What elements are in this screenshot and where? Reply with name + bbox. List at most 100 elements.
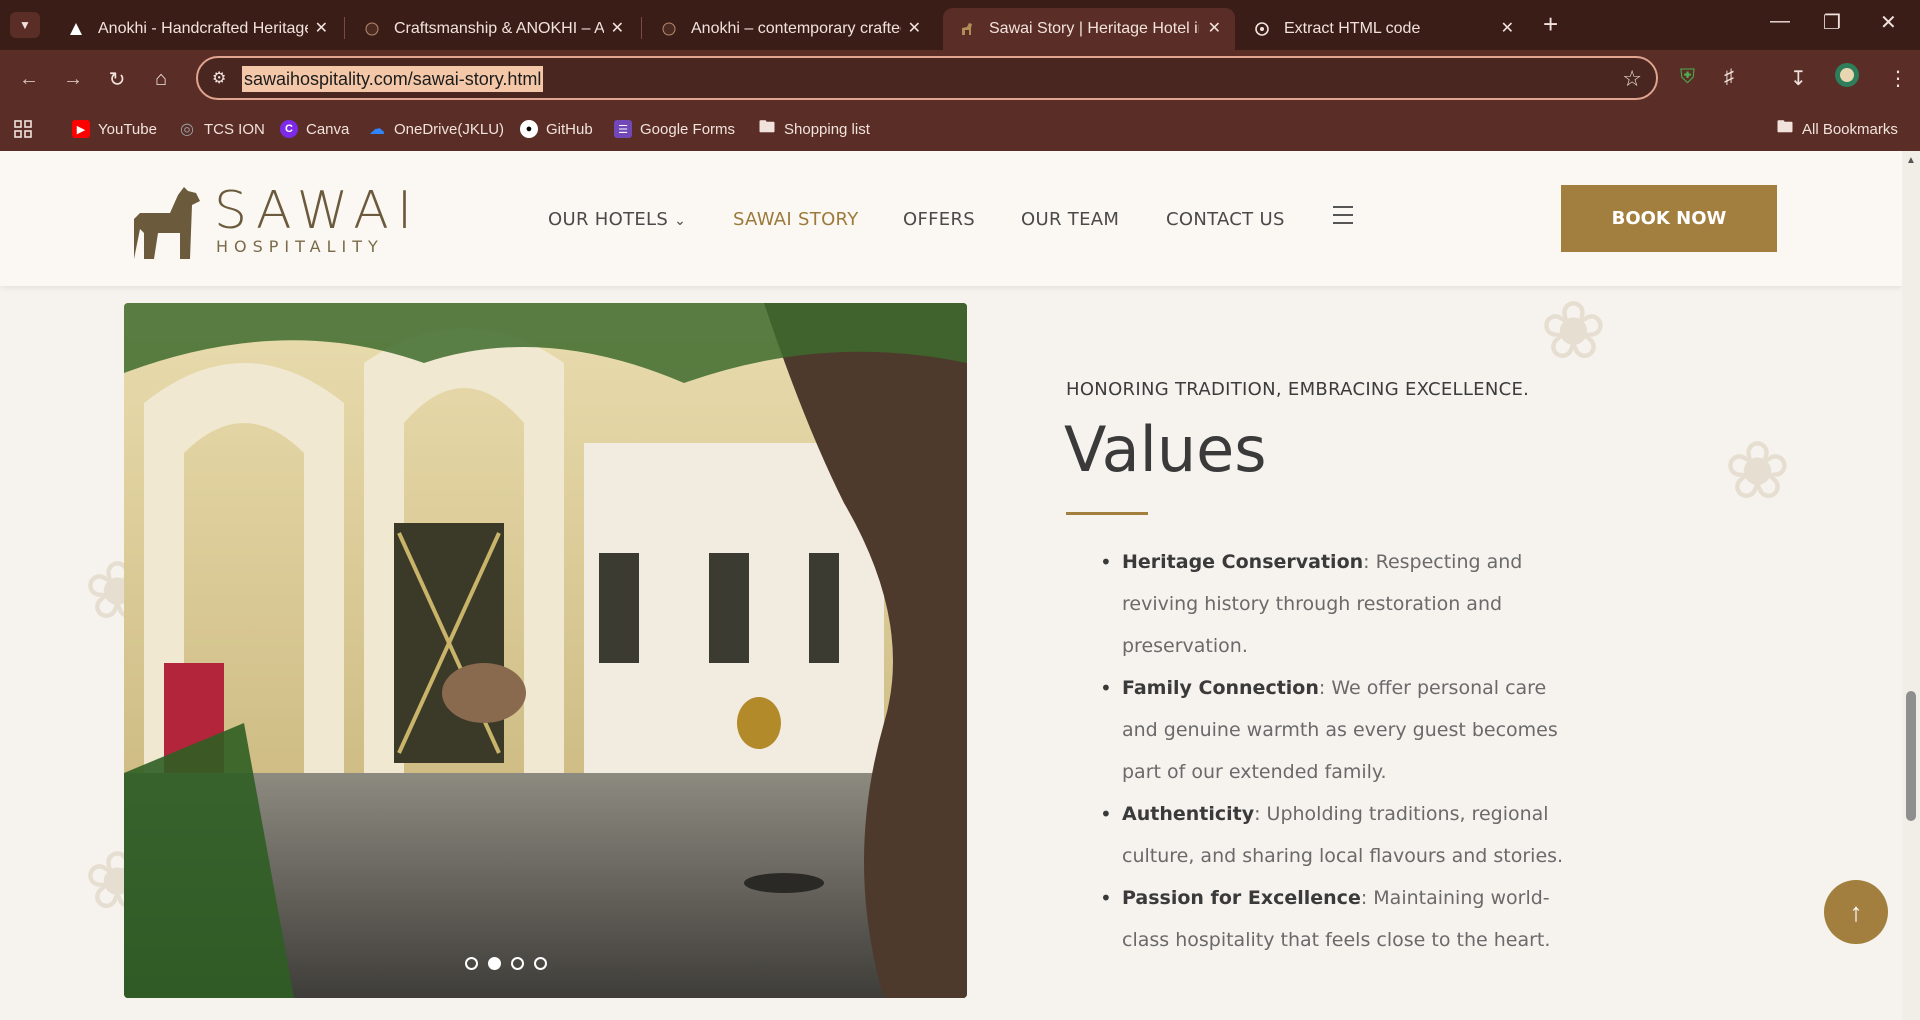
bookmark-label: TCS ION [204, 120, 265, 138]
all-bookmarks[interactable]: 🖿 All Bookmarks [1776, 114, 1898, 144]
bookmark-label: Shopping list [784, 120, 870, 138]
ornament-motif: ❀ [1540, 286, 1608, 375]
carousel-dot[interactable] [464, 957, 478, 970]
anokhi-favicon-icon [66, 19, 86, 39]
github-icon: ● [520, 120, 538, 138]
logo-wordmark: SAWAI [214, 181, 421, 241]
tab-extract-html[interactable]: Extract HTML code ✕ [1238, 8, 1528, 50]
scroll-up-arrow-icon[interactable]: ▲ [1906, 155, 1916, 166]
value-title: Heritage Conservation [1122, 551, 1364, 573]
bookmark-google-forms[interactable]: ☰ Google Forms [614, 114, 735, 144]
courtyard-photo [124, 303, 967, 998]
tab-title: Extract HTML code [1284, 20, 1421, 37]
tab-anokhi-2[interactable]: Craftsmanship & ANOKHI – Ano ✕ [348, 8, 638, 50]
tab-anokhi-3[interactable]: Anokhi – contemporary crafted ✕ [645, 8, 935, 50]
bookmark-shopping-list[interactable]: 🖿 Shopping list [758, 114, 870, 144]
list-item: Passion for Excellence: Maintaining worl… [1100, 877, 1570, 961]
bookmark-label: Canva [306, 120, 350, 138]
bookmark-star-icon[interactable]: ☆ [1622, 66, 1642, 92]
bookmark-youtube[interactable]: ▶ YouTube [72, 114, 157, 144]
list-item: Heritage Conservation: Respecting and re… [1100, 541, 1570, 667]
new-tab-button[interactable]: + [1543, 10, 1558, 38]
horse-favicon-icon [957, 19, 977, 39]
value-title: Authenticity [1122, 803, 1255, 825]
carousel-dots [124, 957, 927, 970]
forward-arrow-icon[interactable]: → [58, 64, 88, 94]
site-info-icon[interactable]: ⚙ [212, 68, 226, 88]
url-text[interactable]: sawaihospitality.com/sawai-story.html [242, 66, 544, 92]
bookmark-onedrive[interactable]: ☁ OneDrive(JKLU) [368, 114, 504, 144]
menu-kebab-icon[interactable]: ⋮ [1888, 66, 1908, 91]
close-icon[interactable]: ✕ [908, 18, 921, 38]
folder-icon: 🖿 [1776, 118, 1793, 136]
bookmark-tcs-ion[interactable]: ◎ TCS ION [178, 114, 265, 144]
bookmark-label: OneDrive(JKLU) [394, 120, 505, 138]
bookmark-label: GitHub [546, 120, 593, 138]
tab-title: Sawai Story | Heritage Hotel in I [989, 20, 1199, 37]
profile-avatar[interactable] [1834, 62, 1860, 94]
values-list: Heritage Conservation: Respecting and re… [1100, 541, 1570, 961]
close-icon[interactable]: ✕ [1208, 18, 1221, 38]
nav-label: OUR HOTELS [548, 209, 669, 230]
close-icon[interactable]: ✕ [1501, 18, 1514, 38]
canva-icon: C [280, 120, 298, 138]
value-title: Passion for Excellence [1122, 887, 1361, 909]
page-scrollbar[interactable]: ▲ [1902, 151, 1920, 1020]
tab-sawai-story[interactable]: Sawai Story | Heritage Hotel in I ✕ [943, 8, 1235, 50]
browser-chrome: ▼ Anokhi - Handcrafted Heritage, ✕ Craft… [0, 0, 1920, 151]
extensions-icon[interactable]: ♯ [1724, 66, 1734, 89]
site-header: SAWAI HOSPITALITY OUR HOTELS ⌄ SAWAI STO… [0, 151, 1902, 286]
back-to-top-button[interactable]: ↑ [1824, 880, 1888, 944]
tab-separator [641, 17, 642, 39]
list-item: Family Connection: We offer personal car… [1100, 667, 1570, 793]
tab-search-button[interactable]: ▼ [10, 12, 40, 38]
window-close-icon[interactable]: ✕ [1880, 10, 1897, 35]
tab-anokhi-1[interactable]: Anokhi - Handcrafted Heritage, ✕ [52, 8, 342, 50]
apps-grid-icon[interactable] [14, 114, 32, 144]
hamburger-menu-icon[interactable] [1333, 206, 1353, 230]
nav-sawai-story[interactable]: SAWAI STORY [733, 209, 859, 230]
bookmark-label: YouTube [98, 120, 157, 138]
shield-extension-icon[interactable]: ⛨ [1680, 66, 1695, 89]
scrollbar-thumb[interactable] [1906, 691, 1916, 821]
nav-offers[interactable]: OFFERS [903, 209, 975, 230]
sawai-logo[interactable]: SAWAI HOSPITALITY [130, 181, 420, 261]
onedrive-icon: ☁ [369, 121, 385, 138]
carousel-dot-active[interactable] [487, 957, 501, 970]
folder-icon: 🖿 [758, 118, 775, 136]
address-bar[interactable]: ⚙ sawaihospitality.com/sawai-story.html … [196, 56, 1658, 100]
nav-contact-us[interactable]: CONTACT US [1166, 209, 1285, 230]
bookmarks-bar: ▶ YouTube ◎ TCS ION C Canva ☁ OneDrive(JKLU)… [0, 108, 1920, 151]
carousel-dot[interactable] [510, 957, 524, 970]
tab-strip: ▼ Anokhi - Handcrafted Heritage, ✕ Craft… [0, 0, 1920, 50]
restore-icon[interactable]: ❐ [1823, 10, 1841, 35]
section-heading: Values [1064, 413, 1267, 486]
close-icon[interactable]: ✕ [315, 18, 328, 38]
web-page: ❀ ❀ ❀ ❀ SAWAI HOSPITALITY OUR HOTELS ⌄ S… [0, 151, 1902, 1020]
carousel-dot[interactable] [533, 957, 547, 970]
home-icon[interactable]: ⌂ [146, 64, 176, 94]
bookmark-canva[interactable]: C Canva [280, 114, 349, 144]
reload-icon[interactable]: ↻ [102, 64, 132, 94]
back-arrow-icon[interactable]: ← [14, 64, 44, 94]
globe-icon: ◎ [180, 121, 194, 138]
anokhi-favicon-icon [362, 19, 382, 39]
bookmark-github[interactable]: ● GitHub [520, 114, 593, 144]
google-forms-icon: ☰ [614, 120, 632, 138]
anokhi-favicon-icon [659, 19, 679, 39]
tab-separator [344, 17, 345, 39]
bookmark-label: Google Forms [640, 120, 736, 138]
tab-title: Craftsmanship & ANOKHI – Ano [394, 20, 604, 37]
ornament-motif: ❀ [1724, 426, 1792, 515]
browser-toolbar: ← → ↻ ⌂ ⚙ sawaihospitality.com/sawai-sto… [0, 50, 1920, 108]
section-kicker: HONORING TRADITION, EMBRACING EXCELLENCE… [1066, 379, 1530, 400]
nav-our-team[interactable]: OUR TEAM [1021, 209, 1119, 230]
close-icon[interactable]: ✕ [611, 18, 624, 38]
nav-our-hotels[interactable]: OUR HOTELS ⌄ [548, 209, 686, 230]
minimize-icon[interactable]: — [1770, 10, 1790, 33]
download-icon[interactable]: ↧ [1790, 66, 1807, 91]
bookmark-label: All Bookmarks [1802, 120, 1898, 138]
courtyard-photo-carousel[interactable] [124, 303, 967, 998]
book-now-button[interactable]: BOOK NOW [1561, 185, 1777, 252]
chatgpt-favicon-icon [1252, 19, 1272, 39]
